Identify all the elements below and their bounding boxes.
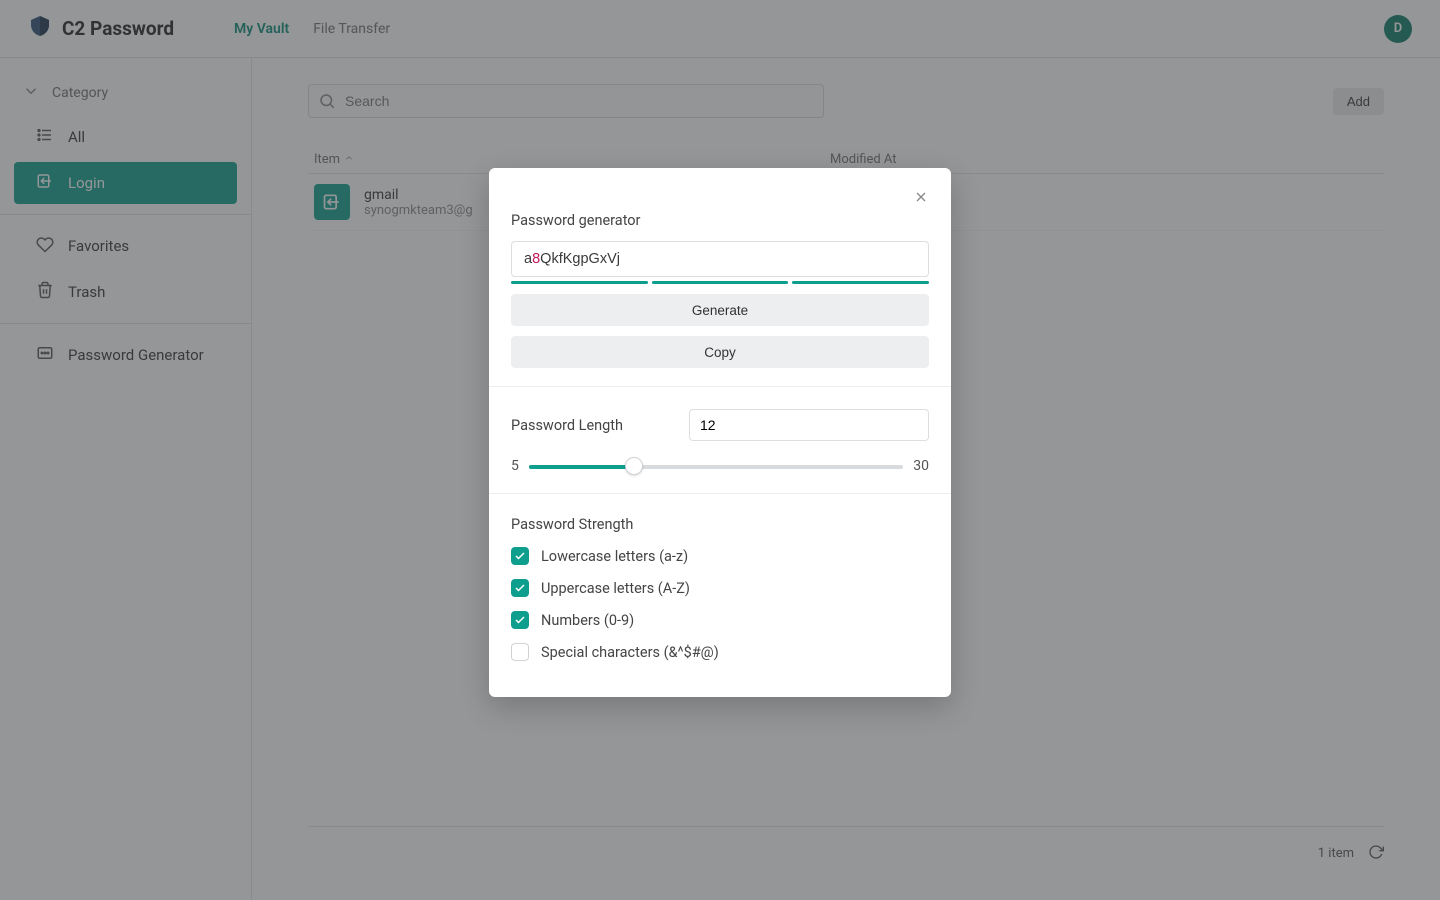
- length-label: Password Length: [511, 417, 623, 434]
- length-input[interactable]: [689, 409, 929, 441]
- modal-section-length: Password Length 5 30: [489, 386, 951, 493]
- option-spec: Special characters (&^$#@): [511, 643, 929, 661]
- length-min: 5: [511, 458, 519, 474]
- password-generator-modal: Password generator a8QkfKgpGxVj Generate…: [489, 168, 951, 697]
- option-num: Numbers (0-9): [511, 611, 929, 629]
- modal-title: Password generator: [511, 212, 929, 229]
- option-label: Uppercase letters (A-Z): [541, 580, 690, 597]
- close-button[interactable]: [909, 186, 933, 210]
- generate-button[interactable]: Generate: [511, 294, 929, 326]
- length-max: 30: [913, 458, 929, 474]
- checkbox-upper[interactable]: [511, 579, 529, 597]
- generated-password-field[interactable]: a8QkfKgpGxVj: [511, 241, 929, 277]
- option-label: Numbers (0-9): [541, 612, 634, 629]
- modal-section-generator: Password generator a8QkfKgpGxVj Generate…: [489, 168, 951, 386]
- option-label: Lowercase letters (a-z): [541, 548, 688, 565]
- modal-overlay[interactable]: Password generator a8QkfKgpGxVj Generate…: [0, 0, 1440, 900]
- option-upper: Uppercase letters (A-Z): [511, 579, 929, 597]
- checkbox-lower[interactable]: [511, 547, 529, 565]
- copy-button[interactable]: Copy: [511, 336, 929, 368]
- checkbox-spec[interactable]: [511, 643, 529, 661]
- modal-section-strength: Password Strength Lowercase letters (a-z…: [489, 493, 951, 697]
- option-lower: Lowercase letters (a-z): [511, 547, 929, 565]
- checkbox-num[interactable]: [511, 611, 529, 629]
- length-slider[interactable]: [529, 457, 903, 475]
- close-icon: [913, 189, 929, 208]
- length-slider-wrap: 5 30: [511, 457, 929, 475]
- strength-meter: [511, 281, 929, 284]
- option-label: Special characters (&^$#@): [541, 644, 719, 661]
- strength-label: Password Strength: [511, 516, 929, 533]
